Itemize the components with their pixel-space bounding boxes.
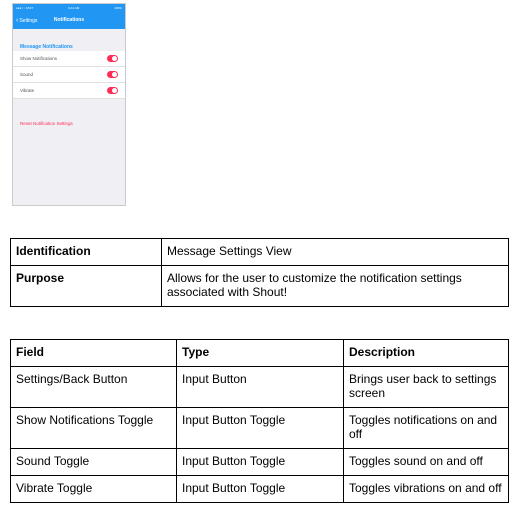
type-cell: Input Button Toggle xyxy=(176,475,344,503)
field-cell: Settings/Back Button xyxy=(10,366,177,408)
table-header-row: Field Type Description xyxy=(10,339,509,367)
table-row: Sound Toggle Input Button Toggle Toggles… xyxy=(10,448,509,476)
setting-row-sound: Sound xyxy=(13,67,125,83)
info-value: Allows for the user to customize the not… xyxy=(161,265,509,307)
nav-title: Notifications xyxy=(53,17,85,23)
setting-row-vibrate: Vibrate xyxy=(13,83,125,99)
field-cell: Vibrate Toggle xyxy=(10,475,177,503)
setting-label: Sound xyxy=(20,72,34,77)
info-table: Identification Message Settings View Pur… xyxy=(10,238,509,307)
type-cell: Input Button Toggle xyxy=(176,448,344,476)
vibrate-toggle[interactable] xyxy=(107,87,118,94)
column-header: Type xyxy=(176,339,344,367)
status-bar: ●●●○○ AT&T 9:41 AM 100% xyxy=(13,4,125,12)
column-header: Description xyxy=(343,339,509,367)
phone-screenshot: ●●●○○ AT&T 9:41 AM 100% ‹ Settings Notif… xyxy=(12,3,126,206)
table-row: Purpose Allows for the user to customize… xyxy=(10,265,509,307)
field-cell: Show Notifications Toggle xyxy=(10,407,177,449)
setting-row-show-notifications: Show Notifications xyxy=(13,51,125,67)
description-cell: Brings user back to settings screen xyxy=(343,366,509,408)
carrier-signal: ●●●○○ AT&T xyxy=(16,6,34,10)
field-cell: Sound Toggle xyxy=(10,448,177,476)
info-label: Purpose xyxy=(10,265,162,307)
reset-notification-settings-button[interactable]: Reset Notification Settings xyxy=(13,121,125,126)
table-row: Settings/Back Button Input Button Brings… xyxy=(10,366,509,408)
fields-table: Field Type Description Settings/Back But… xyxy=(10,339,509,503)
sound-toggle[interactable] xyxy=(107,71,118,78)
navigation-bar: ‹ Settings Notifications xyxy=(13,12,125,29)
column-header: Field xyxy=(10,339,177,367)
description-cell: Toggles vibrations on and off xyxy=(343,475,509,503)
type-cell: Input Button xyxy=(176,366,344,408)
description-cell: Toggles sound on and off xyxy=(343,448,509,476)
description-cell: Toggles notifications on and off xyxy=(343,407,509,449)
setting-label: Vibrate xyxy=(20,88,35,93)
info-label: Identification xyxy=(10,238,162,266)
section-header: Message Notifications xyxy=(20,44,73,50)
type-cell: Input Button Toggle xyxy=(176,407,344,449)
toggle-knob xyxy=(112,88,117,93)
toggle-knob xyxy=(112,72,117,77)
table-row: Identification Message Settings View xyxy=(10,238,509,266)
show-notifications-toggle[interactable] xyxy=(107,55,118,62)
table-row: Vibrate Toggle Input Button Toggle Toggl… xyxy=(10,475,509,503)
setting-label: Show Notifications xyxy=(20,56,58,61)
table-row: Show Notifications Toggle Input Button T… xyxy=(10,407,509,449)
toggle-knob xyxy=(112,56,117,61)
battery-level: 100% xyxy=(114,6,122,10)
info-value: Message Settings View xyxy=(161,238,509,266)
status-time: 9:41 AM xyxy=(68,6,80,10)
